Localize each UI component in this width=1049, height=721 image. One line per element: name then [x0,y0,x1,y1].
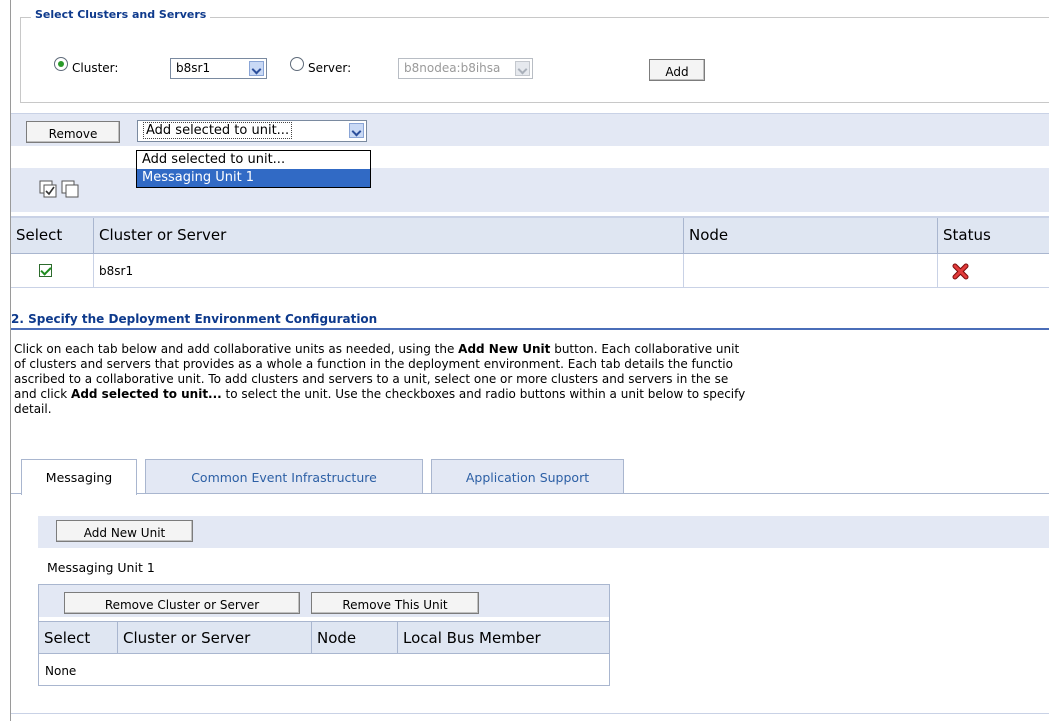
chevron-down-icon [249,61,264,76]
tab-baseline [11,493,21,494]
row-select-cell [11,254,94,288]
chevron-down-icon [515,61,530,76]
cluster-select-value: b8sr1 [176,61,211,75]
header-node[interactable]: Node [684,218,938,254]
server-label: Server: [308,61,352,75]
add-new-unit-button[interactable]: Add New Unit [56,520,193,542]
cluster-table: Select Cluster or Server Node Status b8s… [11,216,1049,288]
header-local-bus-member[interactable]: Local Bus Member [398,622,609,654]
table-row: b8sr1 [11,254,1049,288]
description-line: and click Add selected to unit... to sel… [14,387,746,401]
row-checkbox[interactable] [39,264,52,277]
tab-messaging[interactable]: Messaging [21,459,137,495]
cluster-select[interactable]: b8sr1 [170,58,267,79]
table-header: Select Cluster or Server Node Status [11,218,1049,254]
actions-dropdown-list: Add selected to unit... Messaging Unit 1 [136,150,371,188]
select-all-icon[interactable] [39,180,57,198]
row-status [938,254,1049,288]
row-node [684,254,938,288]
tab-common-event-infrastructure[interactable]: Common Event Infrastructure [145,459,423,494]
unit-title: Messaging Unit 1 [47,560,155,575]
section-divider [11,328,1049,330]
tab-application-support[interactable]: Application Support [431,459,624,494]
messaging-unit-table: Remove Cluster or Server Remove This Uni… [38,584,610,686]
add-button[interactable]: Add [649,59,705,81]
description-line: ascribed to a collaborative unit. To add… [14,372,729,386]
description-line: of clusters and servers that provides as… [14,357,733,371]
chevron-down-icon [349,123,364,138]
remove-this-unit-button[interactable]: Remove This Unit [311,592,479,614]
header-select[interactable]: Select [11,218,94,254]
header-node[interactable]: Node [312,622,398,654]
header-select[interactable]: Select [39,622,118,654]
cluster-label: Cluster: [72,61,119,75]
header-cluster[interactable]: Cluster or Server [118,622,312,654]
cluster-radio[interactable] [54,57,68,71]
server-select[interactable]: b8nodea:b8ihsa [398,58,533,79]
section-2-description: Click on each tab below and add collabor… [14,342,1049,417]
dropdown-option-selected[interactable]: Messaging Unit 1 [137,169,370,187]
bottom-divider [11,713,1049,714]
description-line: detail. [14,402,52,416]
header-cluster[interactable]: Cluster or Server [94,218,684,254]
actions-select[interactable]: Add selected to unit... [137,120,367,142]
server-select-value: b8nodea:b8ihsa [404,61,501,75]
actions-select-value: Add selected to unit... [143,122,293,139]
remove-cluster-or-server-button[interactable]: Remove Cluster or Server [64,592,300,614]
unit-table-header: Select Cluster or Server Node Local Bus … [39,621,609,654]
tab-baseline [137,493,1049,494]
dropdown-option[interactable]: Add selected to unit... [137,151,370,169]
empty-row: None [45,664,77,678]
error-x-icon [952,263,969,280]
deselect-all-icon[interactable] [61,180,79,198]
remove-button[interactable]: Remove [26,121,120,143]
header-status[interactable]: Status [938,218,1049,254]
fieldset-legend: Select Clusters and Servers [31,8,211,21]
section-2-title: 2. Specify the Deployment Environment Co… [11,312,378,326]
description-line: Click on each tab below and add collabor… [14,342,740,356]
server-radio[interactable] [290,57,304,71]
row-cluster: b8sr1 [94,254,684,288]
